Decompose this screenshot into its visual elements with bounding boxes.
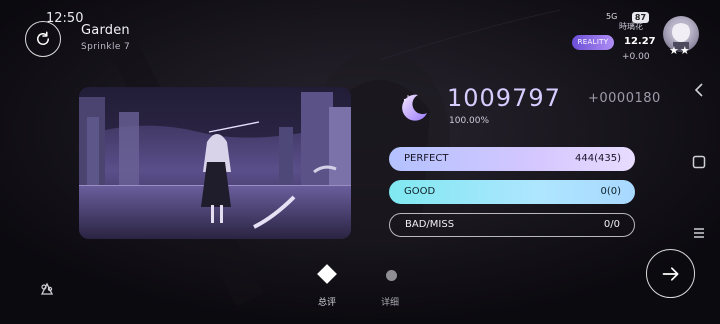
rks-value: 12.27: [624, 36, 656, 47]
score-delta: +0000180: [588, 91, 661, 106]
bad-miss-row: BAD/MISS 0/0: [389, 213, 635, 237]
perfect-label: PERFECT: [404, 153, 449, 164]
retry-icon: [37, 31, 49, 45]
retry-button[interactable]: [25, 21, 61, 57]
accuracy-value: 100.00%: [449, 116, 490, 126]
good-count: 0(0): [600, 186, 621, 197]
home-nav-icon[interactable]: [692, 155, 706, 169]
tab-details-icon[interactable]: [386, 270, 397, 281]
bad-miss-label: BAD/MISS: [405, 219, 455, 230]
back-nav-icon[interactable]: [693, 83, 705, 97]
bad-miss-count: 0/0: [603, 219, 620, 230]
tab-summary[interactable]: 总评: [318, 295, 336, 308]
tab-details[interactable]: 详细: [381, 295, 399, 308]
network-indicator: 5G: [606, 12, 618, 21]
arrow-right-icon: [662, 266, 678, 281]
good-label: GOOD: [404, 186, 436, 197]
good-row: GOOD 0(0): [389, 180, 635, 204]
score-value: 1009797: [447, 84, 561, 112]
player-nickname: 時璃花: [619, 22, 643, 31]
song-difficulty: Sprinkle 7: [81, 42, 131, 52]
next-button[interactable]: [646, 249, 695, 298]
crescent-moon-icon: [402, 94, 427, 121]
feedback-icon[interactable]: [38, 280, 56, 298]
song-illustration: [79, 87, 351, 239]
reality-badge: REALITY: [572, 35, 614, 50]
perfect-count: 444(435): [575, 153, 621, 164]
star-rating: ★★: [669, 44, 691, 57]
song-title: Garden: [81, 23, 130, 38]
perfect-row: PERFECT 444(435): [389, 147, 635, 171]
rks-delta: +0.00: [622, 52, 650, 62]
menu-nav-icon[interactable]: [693, 227, 705, 239]
